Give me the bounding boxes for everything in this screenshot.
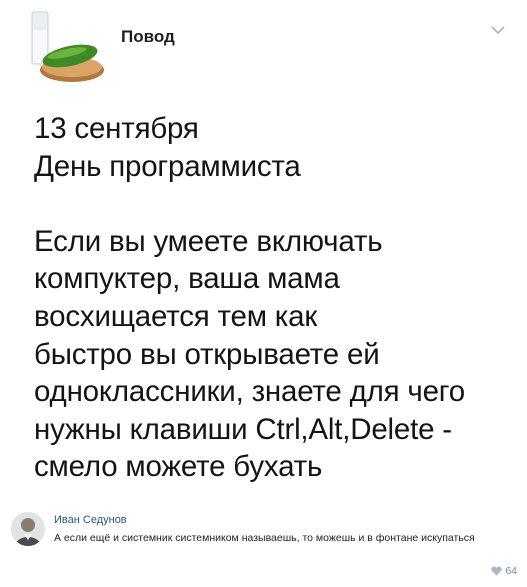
- community-name[interactable]: Повод: [121, 27, 175, 47]
- post-line: День программиста: [34, 149, 301, 183]
- post-line: одноклассники, знаете для чего: [34, 375, 465, 409]
- heart-icon: [491, 566, 503, 576]
- post-line: нужны клавиши Ctrl,Alt,Delete -: [34, 412, 452, 446]
- post-line: Если вы умеете включать: [34, 224, 383, 258]
- commenter-name[interactable]: Иван Седунов: [54, 514, 127, 526]
- post-line: восхищается тем как: [34, 299, 318, 333]
- post-header: Повод: [0, 0, 527, 96]
- comment-text: А если ещё и системник системником назыв…: [54, 532, 475, 544]
- commenter-avatar[interactable]: [11, 512, 45, 546]
- comment-like-button[interactable]: 64: [491, 565, 517, 577]
- post-line: компуктер, ваша мама: [34, 262, 340, 296]
- like-count: 64: [505, 565, 517, 577]
- community-avatar[interactable]: [20, 8, 110, 90]
- chevron-down-icon[interactable]: [491, 25, 505, 35]
- post-line: 13 сентября: [34, 112, 199, 145]
- post-line-blank: [34, 185, 514, 223]
- post-text: 13 сентября День программиста Если вы ум…: [34, 110, 514, 486]
- post-line: смело можете бухать: [34, 450, 323, 484]
- post-line: быстро вы открываете ей: [34, 337, 380, 371]
